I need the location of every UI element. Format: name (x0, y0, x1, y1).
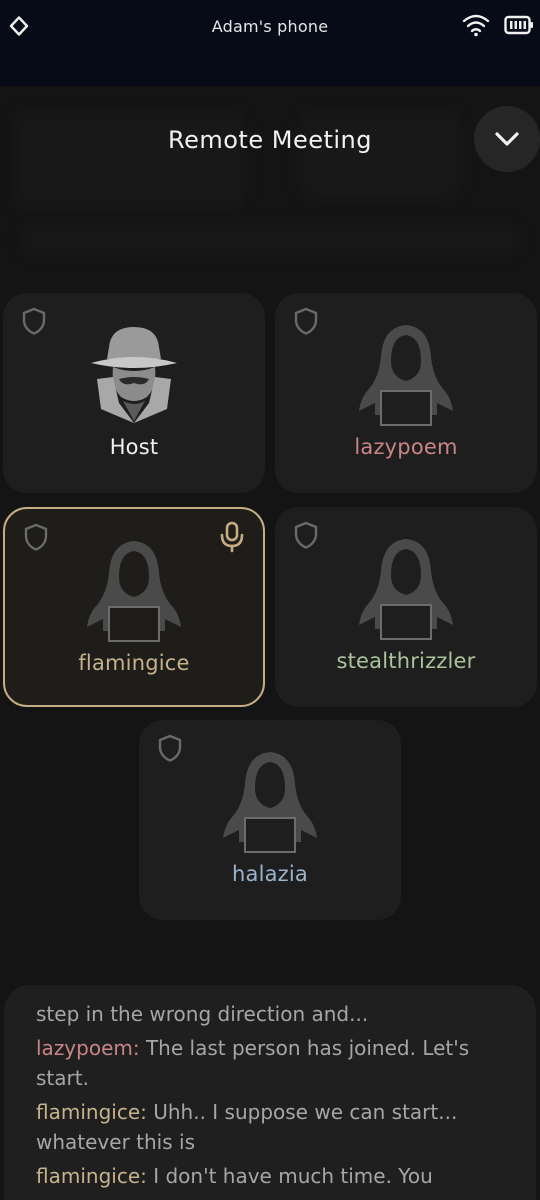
chat-text: step in the wrong direction and... (36, 1002, 369, 1026)
device-name: Adam's phone (211, 17, 329, 36)
shield-icon (294, 521, 318, 549)
background-blur (300, 110, 460, 200)
hooded-hacker-icon (359, 325, 453, 426)
background-blur (20, 226, 520, 254)
participant-name: stealthrizzler (336, 649, 476, 673)
participant-tile-halazia[interactable]: halazia (139, 720, 401, 920)
status-bar: Adam's phone (0, 0, 540, 86)
shield-icon (22, 307, 46, 335)
chat-text: I don't have much time. You (146, 1164, 433, 1188)
page-title: Remote Meeting (168, 126, 372, 154)
battery-icon (504, 15, 533, 35)
shield-icon (294, 307, 318, 335)
spy-hat-icon (91, 327, 177, 423)
wifi-icon (462, 14, 490, 37)
participant-tile-flamingice[interactable]: flamingice (3, 507, 265, 707)
shield-icon (24, 523, 48, 551)
participant-name: lazypoem (354, 435, 458, 459)
participant-tile-stealthrizzler[interactable]: stealthrizzler (275, 507, 537, 707)
hooded-hacker-icon (87, 541, 181, 642)
background-blur (14, 110, 244, 210)
participant-name: halazia (231, 862, 308, 886)
chat-message: flamingice: Uhh.. I suppose we can start… (36, 1097, 506, 1157)
hooded-hacker-icon (359, 539, 453, 640)
participant-tile-host[interactable]: Host (3, 293, 265, 493)
chat-panel[interactable]: step in the wrong direction and... lazyp… (4, 985, 536, 1200)
chat-message: flamingice: I don't have much time. You (36, 1161, 506, 1191)
participant-tile-lazypoem[interactable]: lazypoem (275, 293, 537, 493)
hooded-hacker-icon (223, 752, 317, 853)
chat-author: flamingice: (36, 1100, 147, 1124)
participant-name: flamingice (78, 651, 190, 675)
chat-message: step in the wrong direction and... (36, 999, 506, 1029)
chat-author: flamingice: (36, 1164, 147, 1188)
chat-message: lazypoem: The last person has joined. Le… (36, 1033, 506, 1093)
chat-author: lazypoem: (36, 1036, 140, 1060)
collapse-button[interactable] (474, 106, 540, 172)
shield-icon (158, 734, 182, 762)
chevron-down-icon (495, 132, 519, 146)
microphone-icon (220, 521, 244, 553)
participant-name: Host (109, 435, 159, 459)
